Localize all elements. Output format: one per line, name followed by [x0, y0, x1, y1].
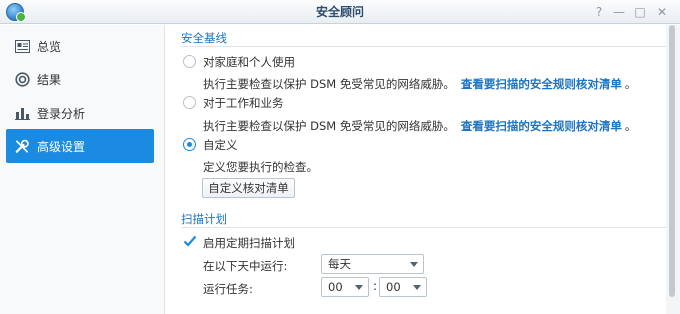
hour-value: 00	[328, 280, 343, 294]
run-days-value: 每天	[328, 257, 351, 271]
run-days-select[interactable]: 每天	[321, 254, 424, 274]
sidebar-item-overview[interactable]: 总览	[6, 30, 154, 62]
title-bar: 安全顾问 ? — □ ✕	[0, 0, 680, 24]
schedule-section-title: 扫描计划	[181, 212, 227, 226]
hour-select[interactable]: 00	[321, 277, 369, 297]
home-personal-description: 执行主要检查以保护 DSM 免受常见的网络威胁。 查看要扫描的安全规则核对清单。	[203, 76, 636, 92]
home-checklist-link[interactable]: 查看要扫描的安全规则核对清单	[461, 77, 622, 91]
home-personal-radio[interactable]	[183, 55, 196, 68]
custom-description: 定义您要执行的检查。	[203, 160, 318, 174]
run-days-label: 在以下天中运行:	[203, 259, 288, 273]
custom-label: 自定义	[203, 138, 238, 152]
bar-chart-icon	[14, 105, 30, 121]
period: 。	[624, 119, 637, 133]
custom-checklist-button[interactable]: 自定义核对清单	[202, 178, 295, 198]
sidebar-item-advanced-settings[interactable]: 高级设置	[6, 129, 154, 163]
maximize-button[interactable]: □	[632, 4, 648, 20]
enable-schedule-label: 启用定期扫描计划	[203, 236, 295, 250]
custom-radio[interactable]	[183, 138, 196, 151]
time-separator: :	[373, 279, 378, 293]
sidebar-item-label: 结果	[37, 72, 62, 87]
scrollbar-thumb[interactable]	[669, 25, 675, 297]
baseline-section-title: 安全基线	[181, 31, 227, 45]
minimize-button[interactable]: —	[611, 4, 627, 20]
divider	[181, 227, 666, 228]
enable-schedule-checkbox[interactable]	[183, 235, 197, 248]
chevron-down-icon	[355, 285, 363, 290]
chevron-down-icon	[413, 285, 421, 290]
sidebar: 总览 结果 登录分析 高级设置	[0, 25, 165, 314]
results-icon	[14, 71, 30, 87]
sidebar-item-label: 登录分析	[37, 106, 86, 121]
divider	[181, 46, 666, 47]
business-checklist-link[interactable]: 查看要扫描的安全规则核对清单	[461, 119, 622, 133]
help-button[interactable]: ?	[591, 4, 607, 20]
home-personal-label: 对家庭和个人使用	[203, 55, 295, 69]
close-button[interactable]: ✕	[654, 4, 670, 20]
run-time-label: 运行任务:	[203, 282, 253, 296]
advanced-settings-panel: 安全基线 对家庭和个人使用 执行主要检查以保护 DSM 免受常见的网络威胁。 查看…	[166, 25, 666, 314]
sidebar-item-label: 高级设置	[37, 139, 86, 154]
sidebar-item-label: 总览	[37, 39, 62, 54]
checkmark-icon	[183, 235, 197, 247]
sidebar-item-login-analysis[interactable]: 登录分析	[6, 97, 154, 129]
work-business-description: 执行主要检查以保护 DSM 免受常见的网络威胁。 查看要扫描的安全规则核对清单。	[203, 118, 636, 134]
minute-value: 00	[386, 280, 401, 294]
period: 。	[624, 77, 637, 91]
tools-icon	[14, 138, 30, 154]
option-description-text: 执行主要检查以保护 DSM 免受常见的网络威胁。	[203, 77, 455, 91]
chevron-down-icon	[410, 262, 418, 267]
option-description-text: 执行主要检查以保护 DSM 免受常见的网络威胁。	[203, 119, 455, 133]
minute-select[interactable]: 00	[379, 277, 427, 297]
scrollbar[interactable]	[666, 25, 680, 314]
overview-icon	[14, 38, 30, 54]
window-title: 安全顾问	[315, 5, 364, 19]
sidebar-item-results[interactable]: 结果	[6, 63, 154, 95]
work-business-label: 对于工作和业务	[203, 96, 284, 110]
work-business-radio[interactable]	[183, 96, 196, 109]
